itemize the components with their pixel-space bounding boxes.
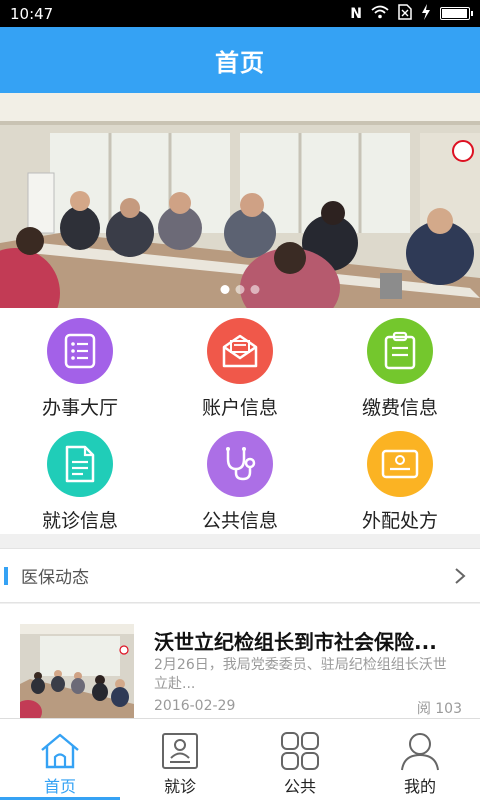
service-payment-info[interactable]: 缴费信息 <box>320 308 480 421</box>
sim-icon <box>398 3 412 24</box>
tab-label: 首页 <box>43 777 76 796</box>
service-grid: 办事大厅 账户信息 缴费信息 就诊信息 公共信息 外配处方 <box>0 308 480 534</box>
section-accent-bar <box>4 566 8 585</box>
service-office-hall[interactable]: 办事大厅 <box>0 308 160 421</box>
service-icon-circle <box>47 431 113 497</box>
carousel-dot[interactable] <box>220 285 230 294</box>
tab-public[interactable]: 公共 <box>240 719 360 800</box>
service-account-info[interactable]: 账户信息 <box>160 308 320 421</box>
service-icon-circle <box>207 318 273 384</box>
status-bar: 10:47 N <box>0 0 480 27</box>
status-time: 10:47 <box>10 4 54 23</box>
bottom-tab-bar: 首页 就诊 公共 我的 <box>0 718 480 800</box>
page-title: 首页 <box>215 48 265 77</box>
service-icon-circle <box>47 318 113 384</box>
news-section-title: 医保动态 <box>21 568 89 588</box>
tab-mine[interactable]: 我的 <box>360 719 480 800</box>
tab-home[interactable]: 首页 <box>0 719 120 800</box>
service-label: 公共信息 <box>201 510 278 532</box>
tab-label: 就诊 <box>163 777 196 796</box>
service-icon-circle <box>207 431 273 497</box>
tab-label: 我的 <box>403 777 436 796</box>
nfc-icon: N <box>350 5 362 22</box>
envelope-icon <box>222 334 258 368</box>
title-bar: 首页 <box>0 27 480 93</box>
stethoscope-icon <box>226 447 256 481</box>
wifi-icon <box>371 5 389 23</box>
news-title: 沃世立纪检组长到市社会保险... <box>154 630 437 654</box>
banner-photo <box>0 93 480 308</box>
service-label: 账户信息 <box>201 397 278 419</box>
document-icon <box>65 445 95 483</box>
banner-carousel[interactable] <box>0 93 480 308</box>
clipboard-icon <box>384 331 416 370</box>
certificate-icon <box>381 449 419 479</box>
id-card-icon <box>162 733 198 769</box>
news-thumbnail <box>20 624 134 718</box>
list-document-icon <box>64 333 96 369</box>
service-label: 缴费信息 <box>361 397 438 419</box>
service-label: 就诊信息 <box>41 510 118 532</box>
service-label: 办事大厅 <box>41 397 118 419</box>
news-read-count: 阅 103 <box>416 701 462 717</box>
service-visit-info[interactable]: 就诊信息 <box>0 421 160 534</box>
news-date: 2016-02-29 <box>154 698 236 714</box>
service-icon-circle <box>367 431 433 497</box>
service-icon-circle <box>367 318 433 384</box>
service-external-prescription[interactable]: 外配处方 <box>320 421 480 534</box>
carousel-dot[interactable] <box>250 285 260 294</box>
service-public-info[interactable]: 公共信息 <box>160 421 320 534</box>
charging-icon <box>421 3 431 24</box>
grid-icon <box>281 732 319 770</box>
home-icon <box>41 733 79 769</box>
tab-visit[interactable]: 就诊 <box>120 719 240 800</box>
news-list-item[interactable]: 沃世立纪检组长到市社会保险... 2月26日，我局党委委员、驻局纪检组组长沃世立… <box>0 604 480 718</box>
chevron-right-icon <box>455 567 466 584</box>
status-icons: N <box>350 3 473 24</box>
user-icon <box>401 733 439 771</box>
news-section-header[interactable]: 医保动态 <box>0 548 480 603</box>
service-label: 外配处方 <box>361 510 438 532</box>
news-summary: 2月26日，我局党委委员、驻局纪检组组长沃世立赴... <box>154 657 447 692</box>
tab-label: 公共 <box>283 777 316 796</box>
battery-icon <box>440 7 473 20</box>
carousel-indicators[interactable] <box>220 285 260 294</box>
carousel-dot[interactable] <box>235 285 245 294</box>
